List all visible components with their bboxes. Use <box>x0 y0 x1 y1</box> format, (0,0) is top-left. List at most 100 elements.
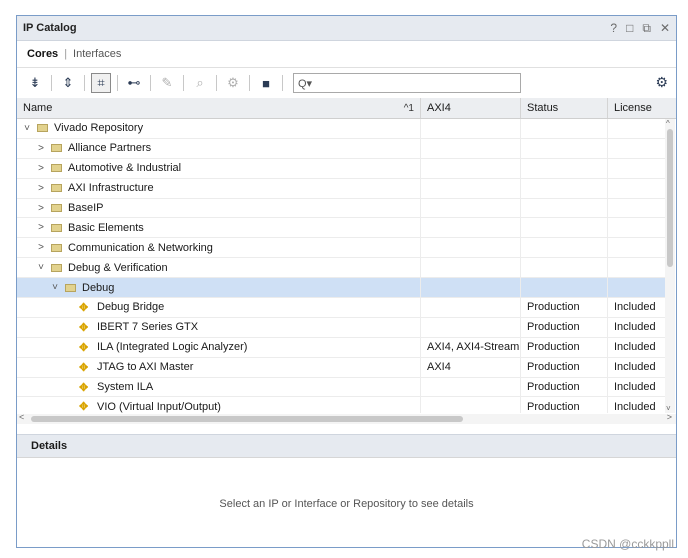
column-name[interactable]: Name ^1 <box>17 98 421 118</box>
chevron-right-icon[interactable]: > <box>35 143 47 154</box>
table-row[interactable]: ✥ Debug Bridge Production Included <box>17 298 665 318</box>
ip-core-icon: ✥ <box>79 381 89 394</box>
row-name-cell: > AXI Infrastructure <box>17 178 421 198</box>
table-row[interactable]: ✥ VIO (Virtual Input/Output) Production Inc… <box>17 397 665 413</box>
horizontal-scroll-thumb[interactable] <box>31 416 463 422</box>
toolbar-divider <box>51 75 52 91</box>
table-row[interactable]: ˅ Vivado Repository <box>17 119 665 139</box>
toolbar-divider <box>249 75 250 91</box>
column-status[interactable]: Status <box>521 98 608 118</box>
row-license-cell <box>608 179 665 198</box>
help-icon[interactable]: ? <box>610 21 617 36</box>
row-name-cell: ✥ Debug Bridge <box>17 298 421 317</box>
row-name-cell: ˅ Vivado Repository <box>17 119 421 138</box>
customize-ip-icon[interactable]: ✎ <box>157 73 177 93</box>
row-license-cell: Included <box>614 361 656 374</box>
row-name-cell: ✥ JTAG to AXI Master <box>17 357 421 377</box>
horizontal-scrollbar[interactable]: < > <box>17 412 676 424</box>
table-row[interactable]: ˅ Debug <box>17 278 665 299</box>
row-label: JTAG to AXI Master <box>97 361 194 374</box>
table-row[interactable]: > Basic Elements <box>17 218 665 239</box>
minimize-icon[interactable]: □ <box>626 21 633 36</box>
folder-icon <box>65 283 76 292</box>
chevron-down-icon[interactable]: ˅ <box>49 282 61 293</box>
tab-cores[interactable]: Cores <box>27 48 58 60</box>
tab-interfaces[interactable]: Interfaces <box>73 48 121 60</box>
settings-gear-icon[interactable]: ⚙ <box>655 74 668 91</box>
row-label: AXI Infrastructure <box>68 182 154 195</box>
row-label: Debug Bridge <box>97 301 165 314</box>
row-axi4-cell <box>421 178 521 198</box>
vertical-scrollbar[interactable]: ^ ˅ <box>665 119 675 413</box>
row-status-cell: Production <box>521 377 608 397</box>
row-license-cell <box>608 238 665 257</box>
row-license-cell: Included <box>614 400 656 413</box>
toolbar-divider <box>84 75 85 91</box>
collapse-all-icon[interactable]: ⇟ <box>25 73 45 93</box>
close-icon[interactable]: ✕ <box>660 21 670 36</box>
row-axi4-cell <box>421 278 521 298</box>
row-license-cell: Included <box>614 301 656 314</box>
row-license-cell <box>608 119 665 138</box>
table-row[interactable]: > AXI Infrastructure <box>17 178 665 199</box>
row-label: Alliance Partners <box>68 142 152 155</box>
tabs: Cores | Interfaces <box>17 41 676 68</box>
details-header: Details <box>17 434 676 458</box>
row-status-cell <box>521 238 608 258</box>
row-name-cell: > Communication & Networking <box>17 238 421 258</box>
link-icon[interactable]: ⌕ <box>190 73 210 93</box>
table-row[interactable]: > BaseIP <box>17 198 665 219</box>
row-status-cell <box>521 198 608 218</box>
chevron-right-icon[interactable]: > <box>35 242 47 253</box>
row-axi4-cell <box>421 298 521 317</box>
row-status-cell: Production <box>521 357 608 377</box>
float-icon[interactable]: ⧉ <box>642 21 651 36</box>
table-row[interactable]: ✥ JTAG to AXI Master AXI4 Production Include… <box>17 357 665 378</box>
row-label: Debug & Verification <box>68 261 168 274</box>
hierarchy-icon[interactable]: ⊷ <box>124 73 144 93</box>
chevron-right-icon[interactable]: > <box>35 183 47 194</box>
ip-core-icon: ✥ <box>79 361 89 374</box>
window-title: IP Catalog <box>23 22 77 34</box>
column-license[interactable]: License <box>608 98 662 118</box>
chevron-right-icon[interactable]: > <box>35 203 47 214</box>
filter-icon[interactable]: ⌗ <box>91 73 111 93</box>
expand-all-icon[interactable]: ⇕ <box>58 73 78 93</box>
table-row[interactable]: > Automotive & Industrial <box>17 158 665 179</box>
column-axi4[interactable]: AXI4 <box>421 98 521 118</box>
sort-ascending-icon[interactable]: ^1 <box>404 103 414 114</box>
row-status-cell: Production <box>521 298 608 317</box>
table-row[interactable]: ✥ IBERT 7 Series GTX Production Included <box>17 317 665 338</box>
row-label: Vivado Repository <box>54 122 144 135</box>
stop-icon[interactable]: ■ <box>256 73 276 93</box>
table-row[interactable]: ˅ Debug & Verification <box>17 258 665 279</box>
ip-tree-table: ˅ Vivado Repository > Alliance Partners > Aut… <box>17 119 665 413</box>
row-license-cell <box>608 218 665 237</box>
row-label: BaseIP <box>68 202 104 214</box>
scroll-left-icon[interactable]: < <box>19 412 24 422</box>
table-row[interactable]: ✥ System ILA Production Included <box>17 377 665 398</box>
search-input[interactable]: Q▾ <box>293 73 521 93</box>
chevron-down-icon[interactable]: ˅ <box>21 123 33 134</box>
table-row[interactable]: > Alliance Partners <box>17 138 665 159</box>
chevron-down-icon[interactable]: ˅ <box>35 262 47 273</box>
scroll-up-icon[interactable]: ^ <box>666 119 670 128</box>
row-name-cell: > Basic Elements <box>17 218 421 238</box>
row-axi4-cell <box>421 397 521 413</box>
row-status-cell <box>521 178 608 198</box>
row-axi4-cell: AXI4 <box>421 357 521 377</box>
chevron-right-icon[interactable]: > <box>35 163 47 174</box>
ip-catalog-window: IP Catalog ? □ ⧉ ✕ Cores | Interfaces ⇟ … <box>16 15 677 548</box>
window-controls: ? □ ⧉ ✕ <box>610 21 670 36</box>
folder-icon <box>37 124 48 133</box>
compatible-icon[interactable]: ⚙ <box>223 73 243 93</box>
row-license-cell <box>608 258 665 277</box>
folder-icon <box>51 184 62 193</box>
scroll-right-icon[interactable]: > <box>667 412 672 422</box>
row-label: Communication & Networking <box>68 241 213 254</box>
row-license-cell: Included <box>614 381 656 394</box>
table-row[interactable]: > Communication & Networking <box>17 238 665 259</box>
vertical-scroll-thumb[interactable] <box>667 129 673 267</box>
chevron-right-icon[interactable]: > <box>35 222 47 233</box>
table-row[interactable]: ✥ ILA (Integrated Logic Analyzer) AXI4, AX… <box>17 337 665 358</box>
